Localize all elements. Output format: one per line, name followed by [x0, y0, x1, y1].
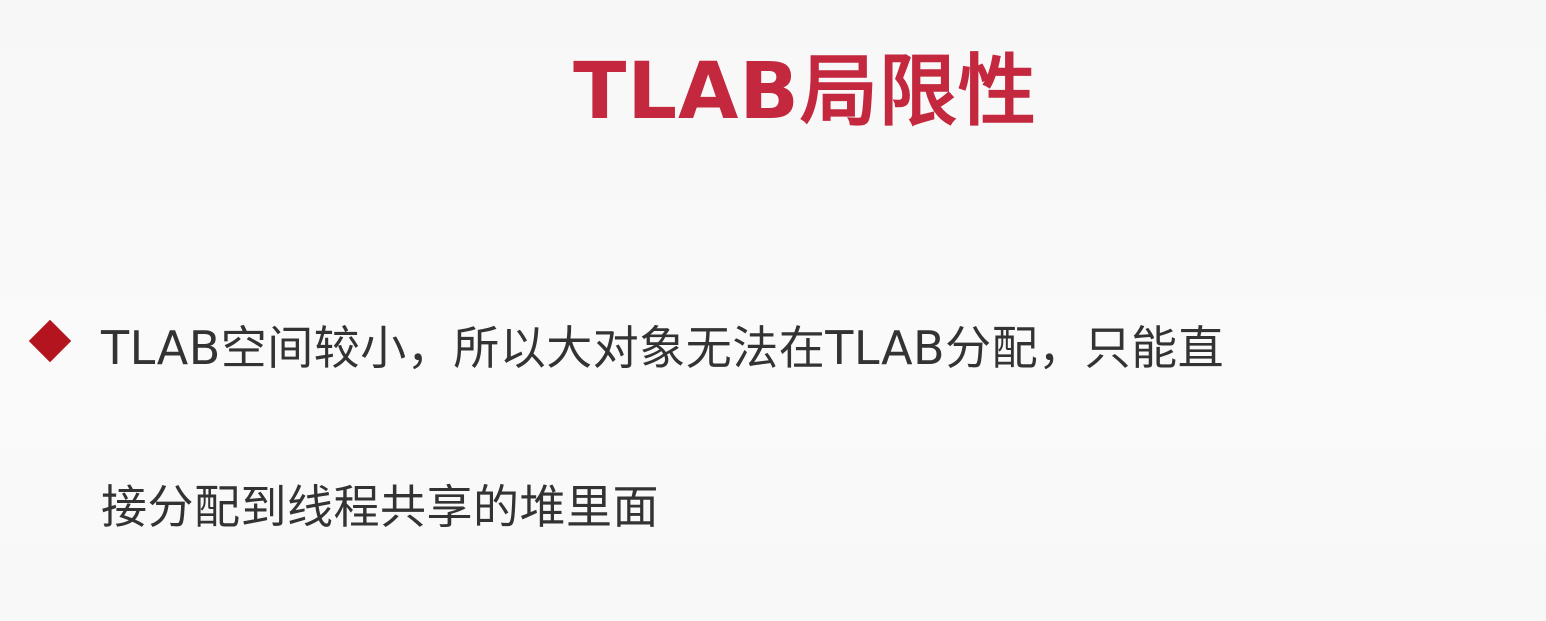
diamond-bullet-icon — [28, 319, 72, 363]
bullet-text-line-1: TLAB空间较小，所以大对象无法在TLAB分配，只能直 — [101, 321, 1225, 375]
slide-title: TLAB局限性 — [573, 47, 1037, 137]
bullet-text-line-2: 接分配到线程共享的堆里面 — [101, 480, 659, 534]
slide: TLAB局限性 TLAB空间较小，所以大对象无法在TLAB分配，只能直 接分配到… — [0, 0, 1546, 621]
